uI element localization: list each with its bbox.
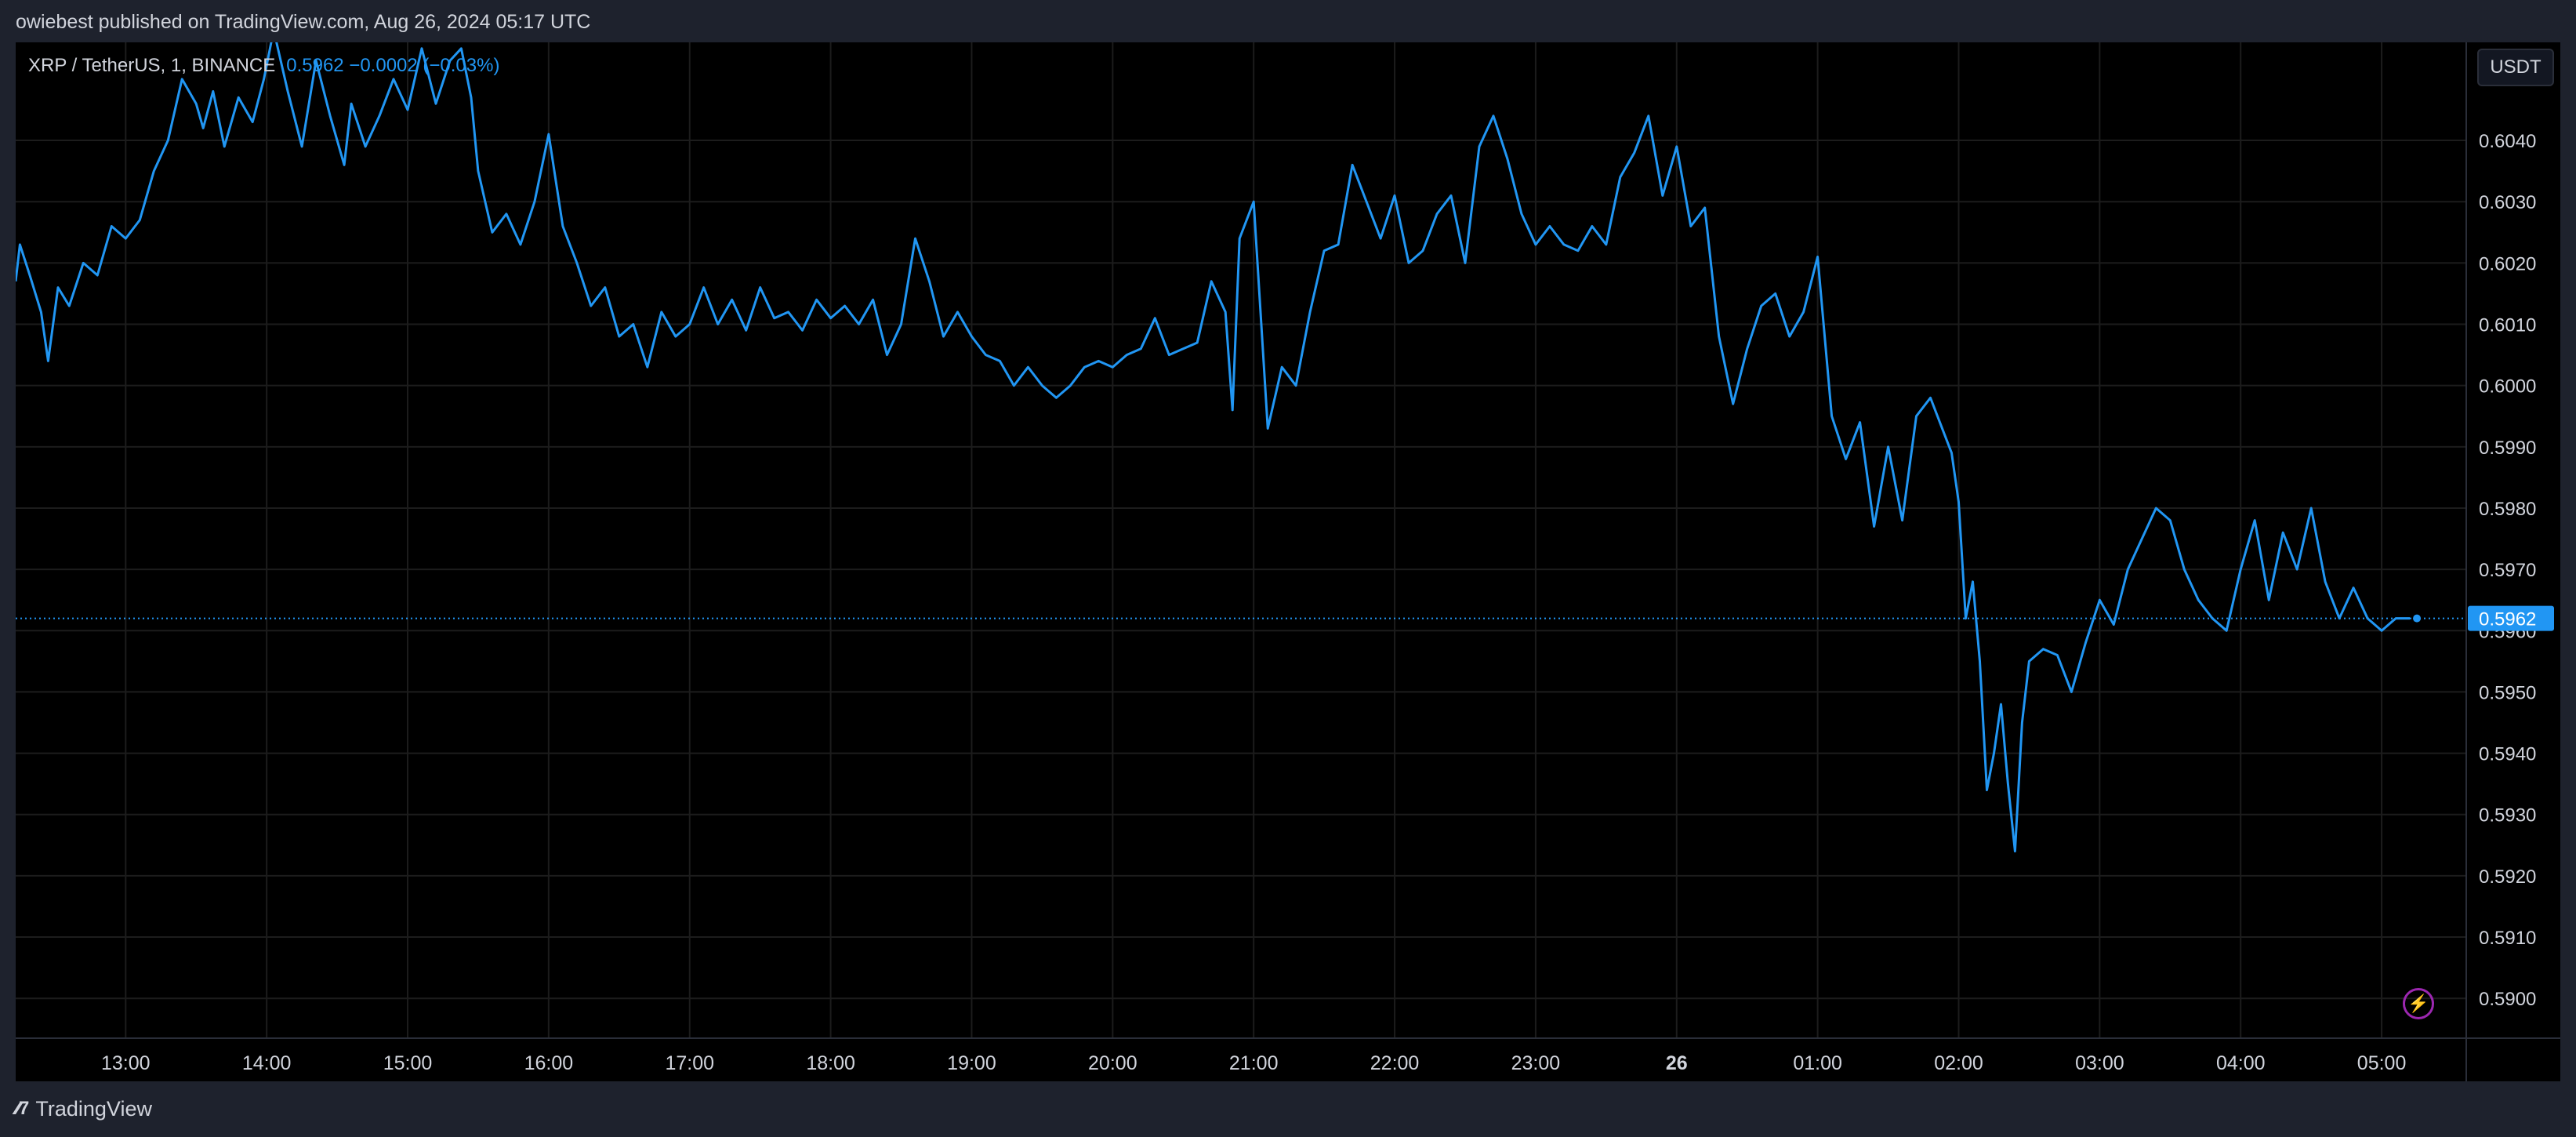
y-tick-label: 0.5970 xyxy=(2479,560,2536,581)
footer: ⁄⁄7 TradingView xyxy=(16,1093,152,1124)
y-tick-label: 0.6010 xyxy=(2479,315,2536,336)
last-price-label: 0.5962 xyxy=(2479,609,2536,630)
x-tick-label: 02:00 xyxy=(1934,1052,1983,1074)
x-tick-label: 26 xyxy=(1666,1052,1688,1074)
brand-label[interactable]: TradingView xyxy=(35,1097,152,1121)
y-tick-label: 0.5940 xyxy=(2479,744,2536,765)
x-tick-label: 04:00 xyxy=(2216,1052,2266,1074)
y-tick-label: 0.6030 xyxy=(2479,192,2536,213)
x-tick-label: 17:00 xyxy=(665,1052,714,1074)
chart-legend: XRP / TetherUS, 1, BINANCE 0.5962 −0.0002… xyxy=(28,55,499,77)
publish-info: owiebest published on TradingView.com, A… xyxy=(16,11,591,33)
y-tick-label: 0.5980 xyxy=(2479,499,2536,520)
y-tick-label: 0.5950 xyxy=(2479,682,2536,703)
y-tick-label: 0.5900 xyxy=(2479,989,2536,1010)
tradingview-logo-icon[interactable]: ⁄⁄7 xyxy=(16,1098,29,1120)
x-tick-label: 21:00 xyxy=(1229,1052,1279,1074)
price-chart[interactable]: 0.6040 0.6030 0.6020 0.6010 0.6000 0.5990 0.59… xyxy=(16,42,2560,1081)
last-price-marker xyxy=(2413,614,2422,623)
y-tick-label: 0.5990 xyxy=(2479,438,2536,459)
x-tick-label: 13:00 xyxy=(101,1052,151,1074)
y-tick-label: 0.6040 xyxy=(2479,131,2536,152)
x-tick-label: 22:00 xyxy=(1370,1052,1420,1074)
x-tick-label: 01:00 xyxy=(1793,1052,1842,1074)
y-tick-label: 0.6020 xyxy=(2479,253,2536,274)
price-change-label: 0.5962 −0.0002 (−0.03%) xyxy=(286,55,500,76)
y-tick-label: 0.5910 xyxy=(2479,928,2536,949)
lightning-bolt-icon[interactable]: ⚡ xyxy=(2403,988,2434,1019)
x-tick-label: 05:00 xyxy=(2357,1052,2407,1074)
x-tick-label: 20:00 xyxy=(1088,1052,1137,1074)
y-tick-label: 0.6000 xyxy=(2479,376,2536,398)
x-tick-label: 16:00 xyxy=(524,1052,574,1074)
currency-unit-button[interactable]: USDT xyxy=(2477,49,2554,86)
x-tick-label: 15:00 xyxy=(383,1052,433,1074)
y-tick-label: 0.5930 xyxy=(2479,805,2536,826)
x-tick-label: 03:00 xyxy=(2075,1052,2124,1074)
x-tick-label: 18:00 xyxy=(806,1052,855,1074)
chart-area[interactable]: 0.6040 0.6030 0.6020 0.6010 0.6000 0.5990 0.59… xyxy=(16,42,2560,1081)
symbol-label: XRP / TetherUS, 1, BINANCE xyxy=(28,55,276,76)
y-tick-label: 0.5920 xyxy=(2479,866,2536,888)
x-tick-label: 23:00 xyxy=(1511,1052,1561,1074)
x-tick-label: 14:00 xyxy=(242,1052,292,1074)
x-tick-label: 19:00 xyxy=(947,1052,996,1074)
